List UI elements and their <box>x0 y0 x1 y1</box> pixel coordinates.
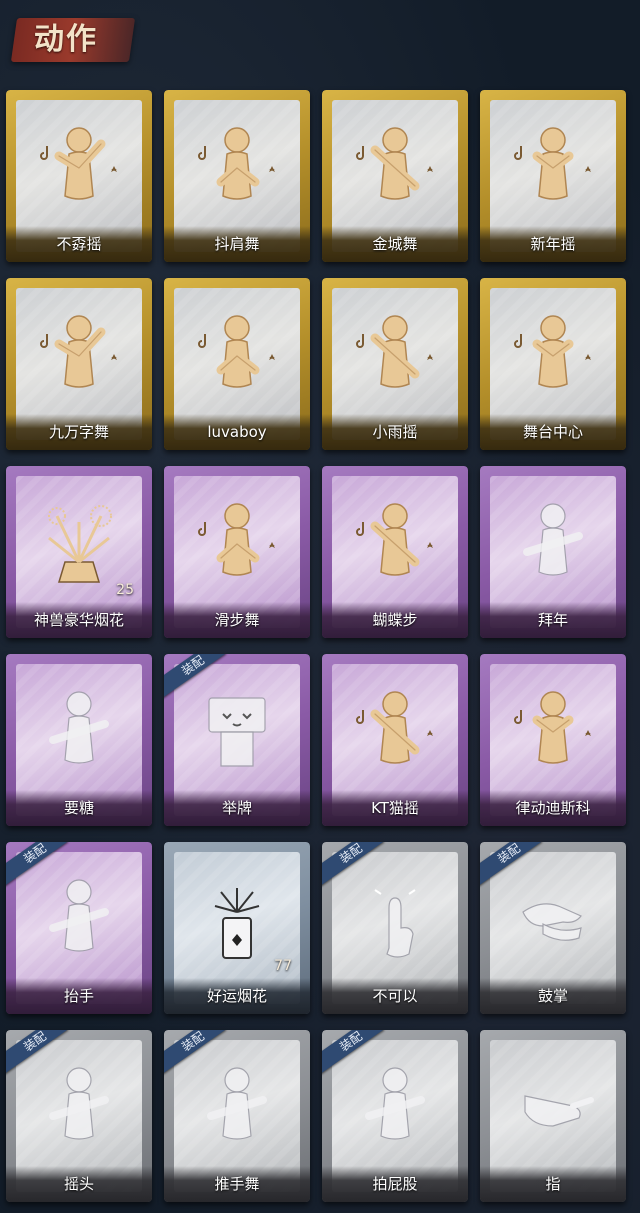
emote-label: 新年摇 <box>530 235 576 253</box>
sign-board-icon <box>208 697 266 767</box>
emote-card[interactable]: 抖肩舞 <box>164 90 310 262</box>
bow-pose-icon <box>523 503 583 576</box>
emote-label: 金城舞 <box>372 235 418 253</box>
emote-card[interactable]: 拜年 <box>480 466 626 638</box>
emote-label: 九万字舞 <box>48 423 109 441</box>
emote-label: 神兽豪华烟花 <box>33 611 124 629</box>
emote-label: 律动迪斯科 <box>515 799 591 817</box>
emote-label: 推手舞 <box>214 1175 260 1193</box>
emote-label: KT猫摇 <box>371 799 419 817</box>
emote-label: 举牌 <box>221 799 252 817</box>
emote-label: 抬手 <box>63 987 94 1005</box>
emote-card[interactable]: 拍屁股 装配 <box>322 1030 468 1202</box>
dance-pose-icon <box>198 503 275 576</box>
dance-pose-icon <box>514 127 591 200</box>
emote-label: 滑步舞 <box>214 611 260 629</box>
dance-pose-icon <box>198 315 275 388</box>
emote-card[interactable]: 推手舞 装配 <box>164 1030 310 1202</box>
emote-label: 要糖 <box>63 799 94 817</box>
emote-card[interactable]: 律动迪斯科 <box>480 654 626 826</box>
emote-card[interactable]: 指 <box>480 1030 626 1202</box>
emote-card[interactable]: 蝴蝶步 <box>322 466 468 638</box>
emote-grid: 不孬摇 抖肩舞 金城舞 新年摇 九万字舞 luvaboy 小雨摇 舞台中心 神兽… <box>6 90 636 1208</box>
emote-label: 摇头 <box>63 1175 94 1193</box>
emote-card[interactable]: 好运烟花 77 <box>164 842 310 1014</box>
clap-hands-icon <box>522 903 582 941</box>
shake-head-icon <box>49 1067 109 1140</box>
point-hand-icon <box>524 1095 594 1127</box>
dance-pose-icon <box>356 315 433 388</box>
emote-card[interactable]: 舞台中心 <box>480 278 626 450</box>
header: 动作 <box>0 0 640 86</box>
emote-label: luvaboy <box>207 423 267 441</box>
emote-card[interactable]: 鼓掌 装配 <box>480 842 626 1014</box>
emote-card[interactable]: 小雨摇 <box>322 278 468 450</box>
emote-card[interactable]: luvaboy <box>164 278 310 450</box>
dance-pose-icon <box>356 503 433 576</box>
emote-label: 好运烟花 <box>206 987 267 1005</box>
ask-pose-icon <box>49 691 109 764</box>
emote-label: 不可以 <box>372 987 418 1005</box>
emote-label: 拜年 <box>537 611 568 629</box>
dance-pose-icon <box>514 315 591 388</box>
raise-hand-icon <box>49 879 109 952</box>
emote-card[interactable]: 不可以 装配 <box>322 842 468 1014</box>
emote-label: 蝴蝶步 <box>372 611 418 629</box>
firework-can-icon <box>214 888 260 959</box>
emote-card[interactable]: 九万字舞 <box>6 278 152 450</box>
finger-wag-icon <box>374 889 416 958</box>
emote-card[interactable]: 神兽豪华烟花 25 <box>6 466 152 638</box>
emote-label: 鼓掌 <box>537 987 568 1005</box>
emote-label: 拍屁股 <box>372 1175 418 1193</box>
dance-pose-icon <box>40 315 117 388</box>
emote-card[interactable]: 新年摇 <box>480 90 626 262</box>
fireworks-icon <box>48 505 112 583</box>
dance-pose-icon <box>514 691 591 764</box>
emote-card[interactable]: 摇头 装配 <box>6 1030 152 1202</box>
emote-card[interactable]: 要糖 <box>6 654 152 826</box>
emote-label: 舞台中心 <box>522 423 583 441</box>
dance-pose-icon <box>356 127 433 200</box>
emote-label: 指 <box>545 1175 561 1193</box>
dance-pose-icon <box>40 127 117 200</box>
emote-label: 小雨摇 <box>372 423 418 441</box>
emote-card[interactable]: 举牌 装配 <box>164 654 310 826</box>
push-hands-icon <box>207 1067 267 1140</box>
emote-card[interactable]: 滑步舞 <box>164 466 310 638</box>
dance-pose-icon <box>198 127 275 200</box>
emote-card[interactable]: 抬手 装配 <box>6 842 152 1014</box>
dance-pose-icon <box>356 691 433 764</box>
item-count: 77 <box>274 958 292 974</box>
emote-card[interactable]: 金城舞 <box>322 90 468 262</box>
emote-label: 抖肩舞 <box>214 235 260 253</box>
item-count: 25 <box>116 582 134 598</box>
emote-label: 不孬摇 <box>56 235 102 253</box>
pat-butt-icon <box>365 1067 425 1140</box>
emote-card[interactable]: 不孬摇 <box>6 90 152 262</box>
page-title: 动作 <box>34 22 98 57</box>
emote-card[interactable]: KT猫摇 <box>322 654 468 826</box>
